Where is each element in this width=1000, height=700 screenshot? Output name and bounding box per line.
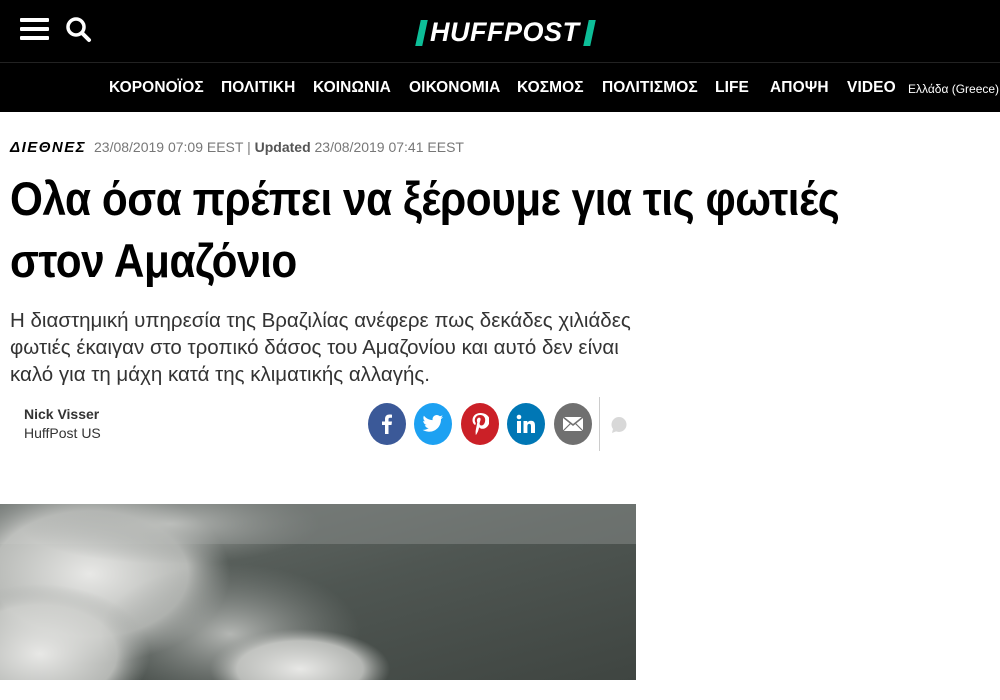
top-bar: HUFFPOST <box>0 0 1000 62</box>
share-divider <box>599 397 600 451</box>
comment-icon[interactable] <box>610 416 628 434</box>
edition-selector[interactable]: Ελλάδα (Greece) <box>908 82 999 96</box>
author-byline: Nick Visser HuffPost US <box>24 406 101 441</box>
linkedin-icon <box>516 414 535 433</box>
author-organization: HuffPost US <box>24 425 101 441</box>
logo-text: HUFFPOST <box>430 17 580 47</box>
section-label[interactable]: ΔΙΕΘΝΕΣ <box>10 139 86 156</box>
facebook-icon <box>382 414 392 434</box>
email-share-button[interactable] <box>554 403 592 445</box>
linkedin-share-button[interactable] <box>507 403 545 445</box>
article-headline: Ολα όσα πρέπει να ξέρουμε για τις φωτιές… <box>10 172 840 287</box>
nav-item-life[interactable]: LIFE <box>715 79 749 97</box>
author-name[interactable]: Nick Visser <box>24 406 101 422</box>
nav-item-kosmos[interactable]: ΚΟΣΜΟΣ <box>517 79 584 97</box>
nav-item-oikonomia[interactable]: ΟΙΚΟΝΟΜΙΑ <box>409 79 500 97</box>
updated-timestamp: 23/08/2019 07:41 EEST <box>314 139 464 155</box>
search-icon[interactable] <box>64 15 94 45</box>
nav-item-video[interactable]: VIDEO <box>847 79 896 97</box>
nav-item-apopsi[interactable]: ΑΠΟΨΗ <box>770 79 829 97</box>
huffpost-logo[interactable]: HUFFPOST <box>415 17 596 47</box>
nav-item-politismos[interactable]: ΠΟΛΙΤΙΣΜΟΣ <box>602 79 698 97</box>
article-meta: ΔΙΕΘΝΕΣ 23/08/2019 07:09 EEST | Updated … <box>10 139 464 156</box>
meta-separator: | <box>247 139 251 155</box>
nav-item-politiki[interactable]: ΠΟΛΙΤΙΚΗ <box>221 79 295 97</box>
facebook-share-button[interactable] <box>368 403 406 445</box>
published-timestamp: 23/08/2019 07:09 EEST <box>94 139 244 155</box>
email-icon <box>562 416 584 432</box>
pinterest-icon <box>472 413 489 435</box>
twitter-icon <box>422 415 444 432</box>
section-nav: ΚΟΡΟΝΟΪΟΣ ΠΟΛΙΤΙΚΗ ΚΟΙΝΩΝΙΑ ΟΙΚΟΝΟΜΙΑ ΚΟ… <box>0 62 1000 112</box>
hamburger-menu-icon[interactable] <box>20 18 49 42</box>
updated-label: Updated <box>254 139 311 155</box>
nav-item-koronoios[interactable]: ΚΟΡΟΝΟΪΟΣ <box>109 79 204 97</box>
hero-image-amazon-fire-smoke <box>0 504 636 680</box>
article-subhead: Η διαστημική υπηρεσία της Βραζιλίας ανέφ… <box>10 309 631 386</box>
pinterest-share-button[interactable] <box>461 403 499 445</box>
nav-item-koinonia[interactable]: ΚΟΙΝΩΝΙΑ <box>313 79 391 97</box>
twitter-share-button[interactable] <box>414 403 452 445</box>
